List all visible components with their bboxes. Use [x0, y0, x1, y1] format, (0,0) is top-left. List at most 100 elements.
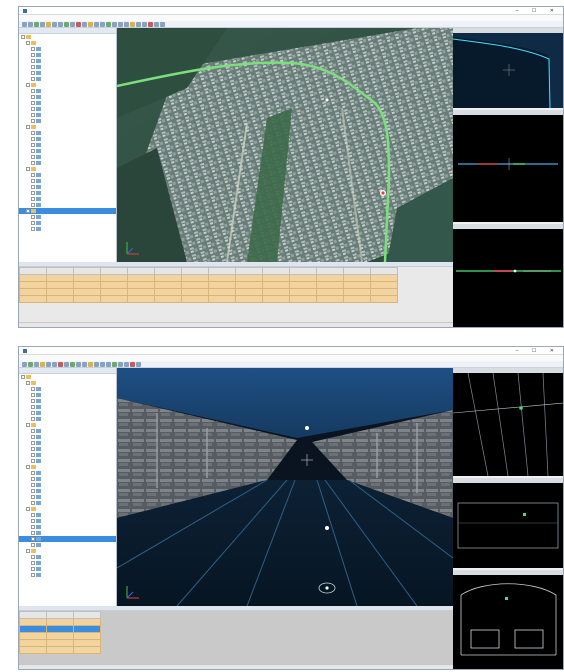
tree-node[interactable] [19, 226, 116, 232]
checkbox-icon[interactable] [26, 124, 30, 129]
table-column-header[interactable] [370, 267, 398, 275]
toolbar-button[interactable] [58, 361, 63, 367]
checkbox-icon[interactable] [31, 142, 35, 147]
checkbox-icon[interactable] [31, 488, 35, 493]
checkbox-icon[interactable] [26, 422, 30, 427]
checkbox-icon[interactable] [31, 172, 35, 177]
checkbox-icon[interactable] [26, 506, 30, 511]
toolbar-button[interactable] [118, 21, 123, 27]
checkbox-icon[interactable] [31, 154, 35, 159]
toolbar-button[interactable] [40, 361, 45, 367]
toolbar-button[interactable] [22, 21, 27, 27]
toolbar-button[interactable] [148, 21, 153, 27]
checkbox-icon[interactable] [31, 220, 35, 225]
table-column-header[interactable] [73, 611, 101, 619]
toolbar-button[interactable] [46, 361, 51, 367]
toolbar-button[interactable] [46, 21, 51, 27]
checkbox-icon[interactable] [31, 160, 35, 165]
section-view-panel[interactable] [453, 570, 563, 669]
checkbox-icon[interactable] [31, 452, 35, 457]
checkbox-icon[interactable] [31, 178, 35, 183]
checkbox-icon[interactable] [31, 88, 35, 93]
toolbar-button[interactable] [160, 21, 165, 27]
toolbar-button[interactable] [34, 21, 39, 27]
checkbox-icon[interactable] [31, 386, 35, 391]
table-row[interactable] [19, 281, 398, 289]
table-column-header[interactable] [100, 267, 128, 275]
table-column-header[interactable] [343, 267, 371, 275]
checkbox-icon[interactable] [31, 106, 35, 111]
toolbar-button[interactable] [106, 361, 111, 367]
toolbar-button[interactable] [118, 361, 123, 367]
toolbar-button[interactable] [64, 21, 69, 27]
table-column-header[interactable] [235, 267, 263, 275]
toolbar-button[interactable] [154, 21, 159, 27]
toolbar-button[interactable] [142, 21, 147, 27]
toolbar-button[interactable] [82, 21, 87, 27]
toolbar-button[interactable] [124, 361, 129, 367]
toolbar-button[interactable] [94, 21, 99, 27]
checkbox-icon[interactable] [31, 112, 35, 117]
table-row[interactable] [19, 625, 101, 633]
table-column-header[interactable] [46, 611, 74, 619]
toolbar-button[interactable] [40, 21, 45, 27]
checkbox-icon[interactable] [31, 148, 35, 153]
section-view-panel[interactable] [453, 224, 563, 327]
toolbar-button[interactable] [64, 361, 69, 367]
checkbox-icon[interactable] [26, 82, 30, 87]
table-row[interactable] [19, 618, 101, 626]
checkbox-icon[interactable] [31, 500, 35, 505]
table-column-header[interactable] [316, 267, 344, 275]
checkbox-icon[interactable] [31, 130, 35, 135]
checkbox-icon[interactable] [31, 404, 35, 409]
checkbox-icon[interactable] [31, 458, 35, 463]
checkbox-icon[interactable] [31, 46, 35, 51]
table-row[interactable] [19, 295, 398, 303]
toolbar-button[interactable] [130, 361, 135, 367]
toolbar-button[interactable] [112, 21, 117, 27]
checkbox-icon[interactable] [31, 190, 35, 195]
checkbox-icon[interactable] [21, 374, 25, 379]
profile-view-panel[interactable] [453, 478, 563, 568]
toolbar-button[interactable] [136, 361, 141, 367]
checkbox-icon[interactable] [26, 464, 30, 469]
checkbox-icon[interactable] [31, 214, 35, 219]
checkbox-icon[interactable] [31, 440, 35, 445]
checkbox-icon[interactable] [31, 58, 35, 63]
table-column-header[interactable] [154, 267, 182, 275]
toolbar-button[interactable] [70, 361, 75, 367]
checkbox-icon[interactable] [26, 380, 30, 385]
toolbar-button[interactable] [70, 21, 75, 27]
table-row[interactable] [19, 639, 101, 647]
checkbox-icon[interactable] [31, 476, 35, 481]
toolbar-button[interactable] [88, 21, 93, 27]
checkbox-icon[interactable] [31, 518, 35, 523]
table-row[interactable] [19, 646, 101, 654]
toolbar-button[interactable] [112, 361, 117, 367]
checkbox-icon[interactable] [31, 494, 35, 499]
toolbar-button[interactable] [106, 21, 111, 27]
checkbox-icon[interactable] [31, 536, 35, 541]
checkbox-icon[interactable] [31, 470, 35, 475]
checkbox-icon[interactable] [31, 482, 35, 487]
table-column-header[interactable] [127, 267, 155, 275]
table-column-header[interactable] [208, 267, 236, 275]
toolbar-button[interactable] [52, 21, 57, 27]
table-column-header[interactable] [73, 267, 101, 275]
checkbox-icon[interactable] [31, 184, 35, 189]
checkbox-icon[interactable] [31, 428, 35, 433]
toolbar-button[interactable] [100, 21, 105, 27]
profile-view-panel[interactable] [453, 110, 563, 222]
checkbox-icon[interactable] [31, 434, 35, 439]
checkbox-icon[interactable] [31, 398, 35, 403]
toolbar-button[interactable] [124, 21, 129, 27]
table-column-header[interactable] [19, 267, 47, 275]
checkbox-icon[interactable] [31, 52, 35, 57]
checkbox-icon[interactable] [31, 392, 35, 397]
table-column-header[interactable] [262, 267, 290, 275]
table-row[interactable] [19, 632, 101, 640]
toolbar-button[interactable] [22, 361, 27, 367]
table-row[interactable] [19, 288, 398, 296]
checkbox-icon[interactable] [31, 572, 35, 577]
checkbox-icon[interactable] [31, 100, 35, 105]
